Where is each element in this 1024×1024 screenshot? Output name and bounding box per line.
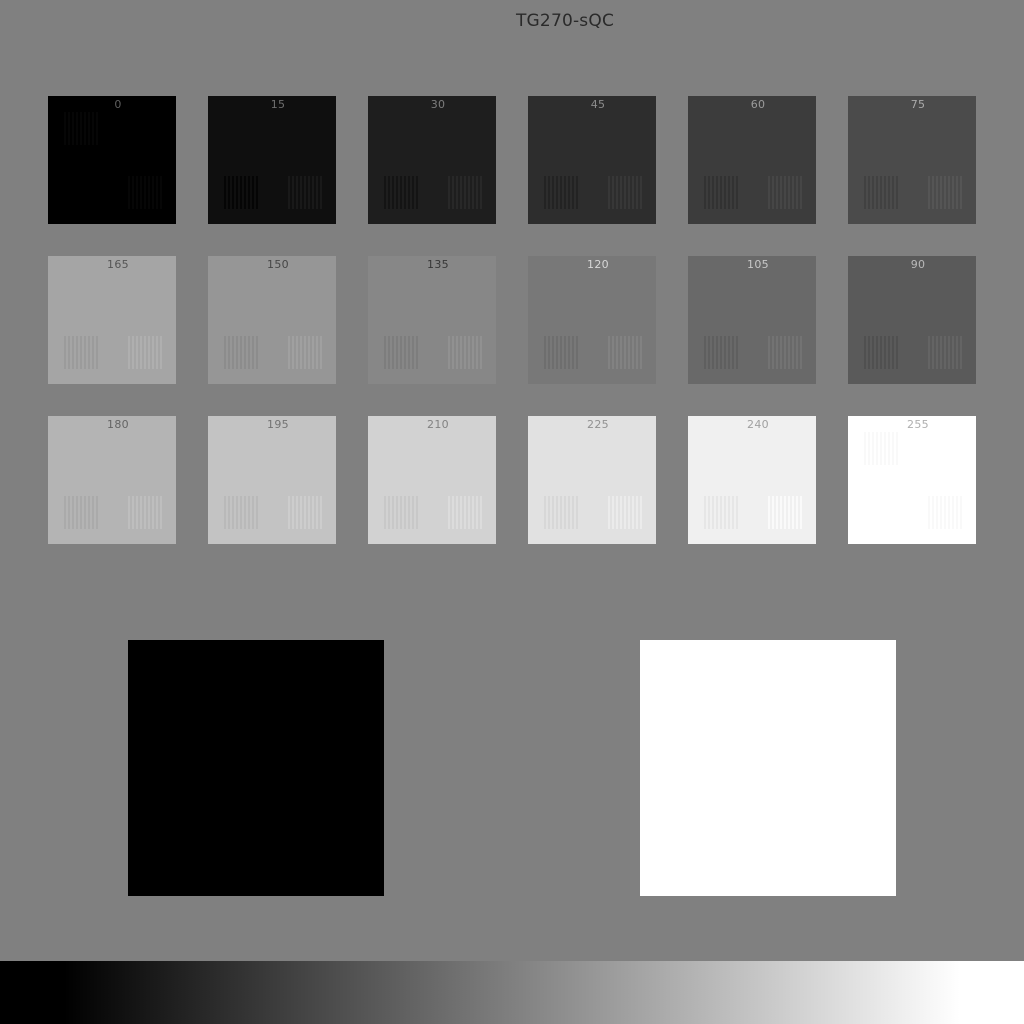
test-pattern-canvas: TG270-sQC 0 15 30 45 60 75 165 150 135 120 105 90 18… bbox=[0, 0, 1024, 1024]
low-contrast-bars-light bbox=[288, 336, 322, 369]
patch-label: 255 bbox=[907, 418, 929, 431]
patch-label: 60 bbox=[750, 98, 766, 111]
gray-patch-45: 45 bbox=[528, 96, 656, 224]
gray-patch-60: 60 bbox=[688, 96, 816, 224]
gray-patch-105: 105 bbox=[688, 256, 816, 384]
patch-label: 0 bbox=[114, 98, 122, 111]
patch-label: 75 bbox=[910, 98, 926, 111]
patch-label: 150 bbox=[267, 258, 289, 271]
low-contrast-bars-dark bbox=[384, 336, 418, 369]
low-contrast-bars-dark bbox=[544, 176, 578, 209]
patch-label: 135 bbox=[427, 258, 449, 271]
gray-patch-225: 225 bbox=[528, 416, 656, 544]
low-contrast-bars-dark bbox=[864, 176, 898, 209]
gray-patch-30: 30 bbox=[368, 96, 496, 224]
low-contrast-bars-light bbox=[608, 336, 642, 369]
gray-patch-240: 240 bbox=[688, 416, 816, 544]
low-contrast-bars bbox=[64, 112, 98, 145]
patch-label: 165 bbox=[107, 258, 129, 271]
low-contrast-bars-dark bbox=[64, 336, 98, 369]
low-contrast-bars-dark bbox=[384, 496, 418, 529]
low-contrast-bars-light bbox=[928, 336, 962, 369]
low-contrast-bars-light bbox=[608, 176, 642, 209]
patch-label: 105 bbox=[747, 258, 769, 271]
white-field bbox=[640, 640, 896, 896]
low-contrast-bars-dark bbox=[704, 336, 738, 369]
low-contrast-bars-dark bbox=[224, 496, 258, 529]
low-contrast-bars bbox=[864, 432, 898, 465]
gray-patch-15: 15 bbox=[208, 96, 336, 224]
low-contrast-bars-dark bbox=[544, 336, 578, 369]
gray-patch-150: 150 bbox=[208, 256, 336, 384]
low-contrast-bars-dark bbox=[704, 176, 738, 209]
low-contrast-bars bbox=[128, 176, 162, 209]
low-contrast-bars-dark bbox=[704, 496, 738, 529]
low-contrast-bars-light bbox=[928, 176, 962, 209]
low-contrast-bars-light bbox=[768, 336, 802, 369]
gray-patch-90: 90 bbox=[848, 256, 976, 384]
gray-patch-0: 0 bbox=[48, 96, 176, 224]
low-contrast-bars-light bbox=[448, 496, 482, 529]
patch-label: 180 bbox=[107, 418, 129, 431]
gray-patch-135: 135 bbox=[368, 256, 496, 384]
low-contrast-bars-light bbox=[448, 336, 482, 369]
gray-patch-180: 180 bbox=[48, 416, 176, 544]
low-contrast-bars-dark bbox=[224, 336, 258, 369]
low-contrast-bars-dark bbox=[864, 336, 898, 369]
patch-label: 45 bbox=[590, 98, 606, 111]
low-contrast-bars-light bbox=[608, 496, 642, 529]
gray-patch-165: 165 bbox=[48, 256, 176, 384]
gray-patch-210: 210 bbox=[368, 416, 496, 544]
patch-label: 225 bbox=[587, 418, 609, 431]
low-contrast-bars bbox=[928, 496, 962, 529]
black-field bbox=[128, 640, 384, 896]
gray-patch-120: 120 bbox=[528, 256, 656, 384]
grayscale-ramp bbox=[0, 961, 1024, 1024]
patch-label: 30 bbox=[430, 98, 446, 111]
low-contrast-bars-light bbox=[448, 176, 482, 209]
low-contrast-bars-light bbox=[128, 496, 162, 529]
pattern-title: TG270-sQC bbox=[515, 11, 615, 31]
low-contrast-bars-light bbox=[768, 176, 802, 209]
patch-label: 240 bbox=[747, 418, 769, 431]
gray-patch-195: 195 bbox=[208, 416, 336, 544]
low-contrast-bars-dark bbox=[544, 496, 578, 529]
low-contrast-bars-dark bbox=[384, 176, 418, 209]
patch-label: 120 bbox=[587, 258, 609, 271]
low-contrast-bars-light bbox=[288, 496, 322, 529]
low-contrast-bars-dark bbox=[224, 176, 258, 209]
patch-label: 90 bbox=[910, 258, 926, 271]
gray-patch-255: 255 bbox=[848, 416, 976, 544]
low-contrast-bars-light bbox=[128, 336, 162, 369]
patch-label: 210 bbox=[427, 418, 449, 431]
low-contrast-bars-light bbox=[768, 496, 802, 529]
low-contrast-bars-dark bbox=[64, 496, 98, 529]
low-contrast-bars-light bbox=[288, 176, 322, 209]
gray-patch-75: 75 bbox=[848, 96, 976, 224]
patch-label: 195 bbox=[267, 418, 289, 431]
patch-label: 15 bbox=[270, 98, 286, 111]
